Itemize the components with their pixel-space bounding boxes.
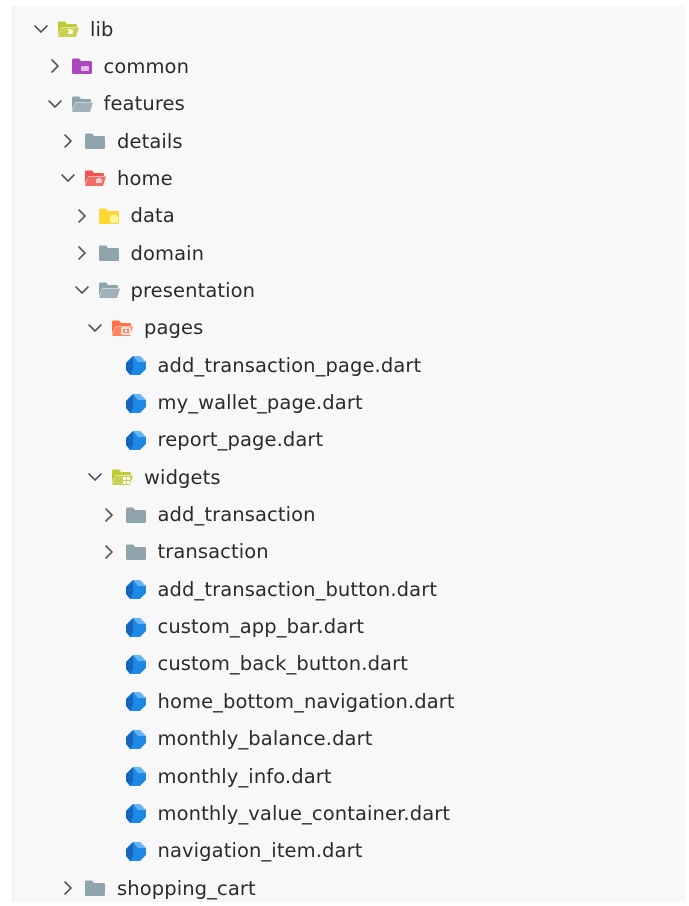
chevron-right-icon[interactable]: [100, 543, 118, 561]
file-name: my_wallet_page.dart: [157, 391, 363, 414]
file-row[interactable]: my_wallet_page.dart: [13, 388, 685, 418]
dart-file-icon: [124, 578, 148, 600]
folder-pages-icon: [110, 317, 134, 339]
folder-widgets-icon: [110, 466, 134, 488]
folder-row[interactable]: shopping_cart: [13, 873, 685, 903]
folder-name: common: [103, 54, 190, 78]
folder-row[interactable]: widgets: [13, 462, 685, 492]
folder-data-icon: [97, 205, 121, 227]
chevron-right-icon[interactable]: [46, 57, 64, 75]
folder-row[interactable]: home: [13, 163, 685, 193]
folder-name: data: [130, 204, 175, 228]
chevron-right-icon[interactable]: [59, 132, 77, 150]
chevron-down-icon[interactable]: [32, 20, 50, 38]
folder-icon: [124, 541, 148, 563]
folder-name: home: [117, 166, 173, 190]
file-row[interactable]: monthly_balance.dart: [13, 724, 685, 754]
file-row[interactable]: add_transaction_page.dart: [13, 350, 685, 380]
folder-row[interactable]: pages: [13, 313, 685, 343]
file-name: custom_app_bar.dart: [157, 615, 365, 639]
dart-file-icon: [124, 765, 148, 787]
file-row[interactable]: home_bottom_navigation.dart: [13, 686, 685, 716]
folder-name: lib: [90, 17, 114, 41]
file-name: add_transaction_page.dart: [157, 353, 422, 377]
dart-file-icon: [124, 690, 148, 712]
folder-common-icon: [70, 55, 94, 77]
file-name: navigation_item.dart: [157, 839, 363, 863]
folder-icon: [83, 877, 107, 899]
folder-row[interactable]: lib: [13, 14, 685, 44]
chevron-right-icon[interactable]: [73, 207, 91, 225]
folder-home-icon: [83, 167, 107, 189]
folder-name: add_transaction: [157, 503, 316, 527]
chevron-right-icon[interactable]: [59, 879, 77, 897]
folder-name: widgets: [144, 465, 221, 489]
file-name: monthly_value_container.dart: [157, 801, 451, 825]
folder-row[interactable]: transaction: [13, 537, 685, 567]
file-row[interactable]: navigation_item.dart: [13, 836, 685, 866]
file-name: home_bottom_navigation.dart: [157, 689, 455, 713]
file-explorer-panel: lib common features details home data domain pr…: [12, 6, 685, 902]
folder-row[interactable]: common: [13, 51, 685, 81]
dart-file-icon: [124, 728, 148, 750]
folder-name: pages: [144, 316, 204, 340]
file-row[interactable]: report_page.dart: [13, 425, 685, 455]
file-row[interactable]: custom_app_bar.dart: [13, 612, 685, 642]
chevron-down-icon[interactable]: [46, 95, 64, 113]
folder-icon: [124, 504, 148, 526]
folder-name: features: [103, 92, 185, 116]
folder-row[interactable]: domain: [13, 238, 685, 268]
folder-name: shopping_cart: [117, 876, 256, 900]
file-name: monthly_info.dart: [157, 764, 332, 788]
chevron-down-icon[interactable]: [86, 319, 104, 337]
chevron-right-icon[interactable]: [100, 506, 118, 524]
dart-file-icon: [124, 653, 148, 675]
folder-open-icon: [97, 279, 121, 301]
file-row[interactable]: monthly_value_container.dart: [13, 798, 685, 828]
folder-row[interactable]: details: [13, 126, 685, 156]
folder-name: presentation: [130, 278, 256, 302]
folder-name: details: [117, 129, 183, 153]
folder-row[interactable]: features: [13, 89, 685, 119]
folder-lib-icon: [56, 18, 80, 40]
file-name: add_transaction_button.dart: [157, 577, 438, 601]
folder-name: transaction: [157, 540, 269, 564]
dart-file-icon: [124, 616, 148, 638]
folder-open-icon: [70, 93, 94, 115]
folder-name: domain: [130, 241, 205, 265]
dart-file-icon: [124, 802, 148, 824]
folder-row[interactable]: presentation: [13, 275, 685, 305]
chevron-down-icon[interactable]: [73, 281, 91, 299]
file-name: report_page.dart: [157, 428, 324, 452]
file-name: custom_back_button.dart: [157, 652, 408, 676]
file-row[interactable]: custom_back_button.dart: [13, 649, 685, 679]
dart-file-icon: [124, 840, 148, 862]
file-row[interactable]: add_transaction_button.dart: [13, 574, 685, 604]
folder-row[interactable]: add_transaction: [13, 500, 685, 530]
file-row[interactable]: monthly_info.dart: [13, 761, 685, 791]
dart-file-icon: [124, 392, 148, 414]
chevron-down-icon[interactable]: [86, 468, 104, 486]
dart-file-icon: [124, 429, 148, 451]
chevron-right-icon[interactable]: [73, 244, 91, 262]
dart-file-icon: [124, 354, 148, 376]
chevron-down-icon[interactable]: [59, 169, 77, 187]
folder-row[interactable]: data: [13, 201, 685, 231]
folder-icon: [83, 130, 107, 152]
file-name: monthly_balance.dart: [157, 727, 373, 751]
folder-icon: [97, 242, 121, 264]
